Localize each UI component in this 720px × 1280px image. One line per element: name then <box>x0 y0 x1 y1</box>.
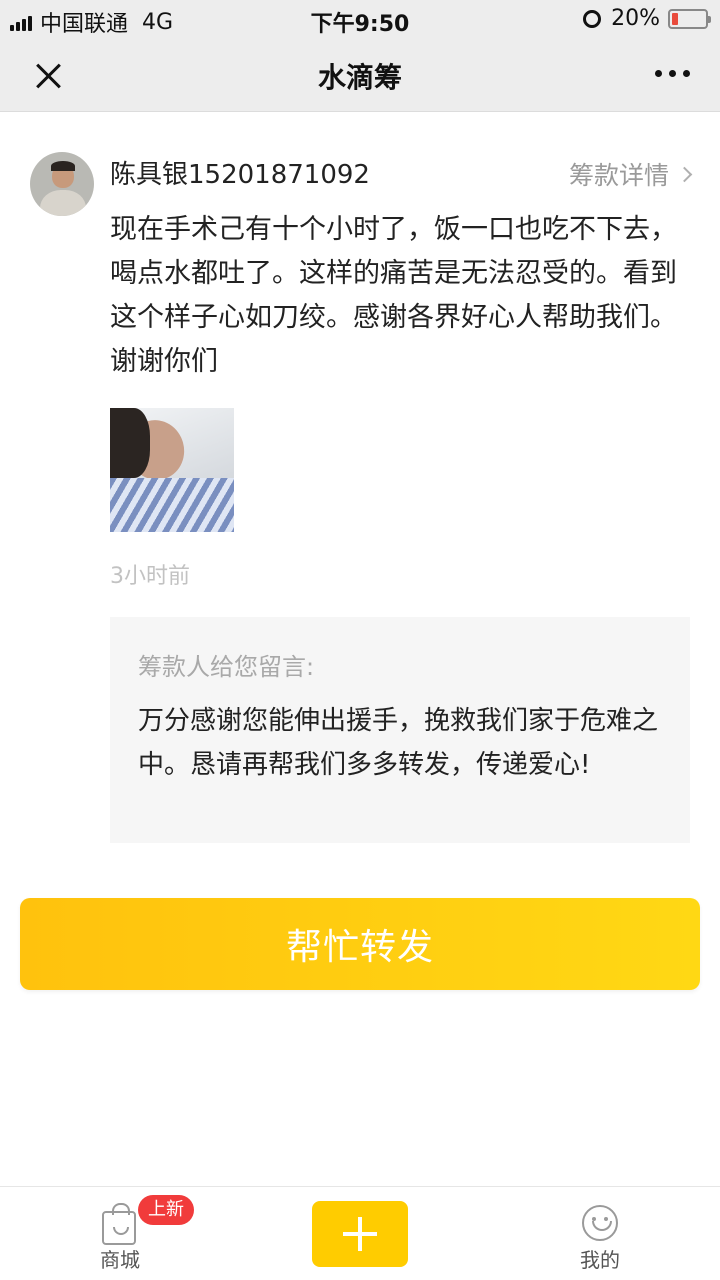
more-icon[interactable] <box>648 70 690 77</box>
smile-icon <box>582 1205 618 1241</box>
tab-mall-label: 商城 <box>100 1248 140 1272</box>
battery-icon <box>668 8 711 29</box>
tab-me-label: 我的 <box>580 1248 620 1272</box>
tab-me[interactable]: 我的 <box>560 1201 640 1277</box>
status-right: 20% <box>583 6 711 31</box>
nav-bar: 水滴筹 <box>0 36 720 112</box>
username: 陈具银15201871092 <box>110 160 370 190</box>
share-button-label: 帮忙转发 <box>285 927 434 968</box>
avatar[interactable] <box>30 152 94 216</box>
chevron-right-icon <box>676 166 693 182</box>
battery-percent: 20% <box>611 6 660 31</box>
alarm-icon <box>583 9 602 28</box>
tab-bar: 商城 上新 我的 <box>0 1186 720 1280</box>
message-title: 筹款人给您留言: <box>138 653 315 681</box>
detail-link-label: 筹款详情 <box>568 161 669 190</box>
post-photo[interactable] <box>110 408 234 532</box>
status-bar: 中国联通 4G 下午9:50 20% <box>0 0 720 37</box>
fundraising-detail-link[interactable]: 筹款详情 <box>568 156 693 192</box>
new-badge: 上新 <box>138 1195 194 1225</box>
battery-fill <box>672 12 678 25</box>
post-time: 3小时前 <box>110 564 190 589</box>
add-button[interactable] <box>312 1201 408 1267</box>
post-content: 现在手术己有十个小时了，饭一口也吃不下去，喝点水都吐了。这样的痛苦是无法忍受的。… <box>110 214 677 377</box>
organizer-message: 筹款人给您留言: 万分感谢您能伸出援手，挽救我们家于危难之中。恳请再帮我们多多转… <box>110 617 690 843</box>
page-title: 水滴筹 <box>317 61 402 94</box>
shopping-bag-icon <box>102 1203 136 1245</box>
share-button[interactable]: 帮忙转发 <box>20 898 700 990</box>
message-body: 万分感谢您能伸出援手，挽救我们家于危难之中。恳请再帮我们多多转发，传递爱心! <box>138 706 659 780</box>
